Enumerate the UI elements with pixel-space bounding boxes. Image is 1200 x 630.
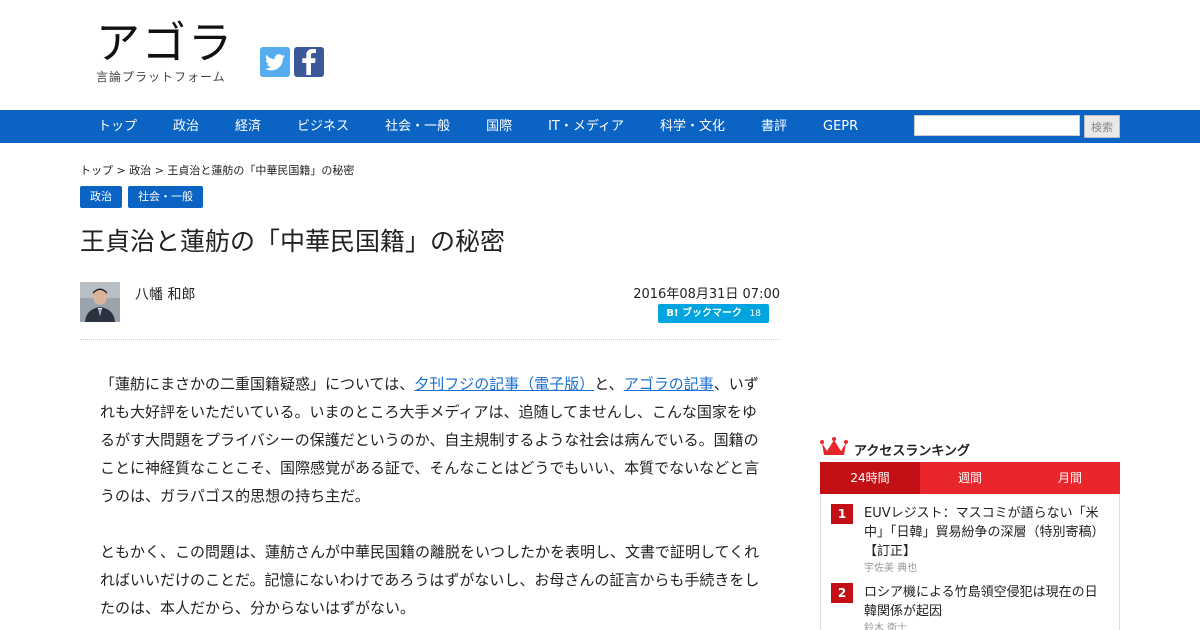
tab-weekly[interactable]: 週間 [920, 462, 1020, 494]
tab-24h[interactable]: 24時間 [820, 462, 920, 494]
nav-item-gepr[interactable]: GEPR [805, 110, 876, 143]
hatena-count: 18 [749, 309, 761, 319]
hatena-b-icon: B! [666, 308, 679, 319]
hatena-bookmark-button[interactable]: B! ブックマーク 18 [658, 304, 769, 323]
search-input[interactable] [914, 115, 1080, 136]
rank-author: 鈴木 衛士 [864, 623, 908, 630]
ranking-title: アクセスランキング [854, 443, 970, 459]
search-button[interactable]: 検索 [1084, 115, 1120, 138]
nav-item-international[interactable]: 国際 [468, 110, 530, 143]
paragraph-text: と、 [594, 375, 624, 393]
link-yukan-fuji[interactable]: 夕刊フジの記事（電子版） [414, 375, 594, 393]
rank-number: 1 [831, 504, 853, 524]
rank-author: 宇佐美 典也 [864, 563, 918, 574]
publish-date: 2016年08月31日 07:00 [633, 287, 780, 302]
link-agora-article[interactable]: アゴラの記事 [624, 375, 714, 393]
article-paragraph: 「蓮舫にまさかの二重国籍疑惑」については、夕刊フジの記事（電子版）と、アゴラの記… [100, 370, 760, 510]
nav-item-economy[interactable]: 経済 [217, 110, 279, 143]
tag-politics[interactable]: 政治 [80, 186, 122, 208]
list-item[interactable]: 1 EUVレジスト：マスコミが語らない「米中」「日韓」貿易紛争の深層（特別寄稿）… [831, 504, 1109, 577]
social-links [260, 47, 324, 77]
facebook-icon[interactable] [294, 47, 324, 77]
paragraph-text: 、いずれも大好評をいただいている。いまのところ大手メディアは、追随してませんし、… [100, 375, 760, 505]
nav-item-book-review[interactable]: 書評 [743, 110, 805, 143]
nav-item-business[interactable]: ビジネス [279, 110, 367, 143]
ranking-list: 1 EUVレジスト：マスコミが語らない「米中」「日韓」貿易紛争の深層（特別寄稿）… [820, 494, 1120, 630]
list-item[interactable]: 2 ロシア機による竹島領空侵犯は現在の日韓関係が起因 鈴木 衛士 [831, 583, 1109, 630]
nav-item-politics[interactable]: 政治 [155, 110, 217, 143]
hatena-label: ブックマーク [682, 308, 743, 319]
nav-item-top[interactable]: トップ [80, 110, 155, 143]
nav-item-it-media[interactable]: IT・メディア [530, 110, 642, 143]
crown-icon [820, 437, 848, 461]
breadcrumb[interactable]: トップ > 政治 > 王貞治と蓮舫の「中華民国籍」の秘密 [80, 162, 354, 178]
avatar[interactable] [80, 282, 120, 322]
rank-number: 2 [831, 583, 853, 603]
logo-subtitle: 言論プラットフォーム [96, 70, 226, 84]
nav-item-society[interactable]: 社会・一般 [367, 110, 468, 143]
site-logo[interactable]: アゴラ 言論プラットフォーム [96, 22, 234, 85]
site-header: アゴラ 言論プラットフォーム [0, 0, 1200, 110]
article-paragraph: ともかく、この問題は、蓮舫さんが中華民国籍の離脱をいつしたかを表明し、文書で証明… [100, 543, 760, 617]
tab-monthly[interactable]: 月間 [1020, 462, 1120, 494]
article-body: 「蓮舫にまさかの二重国籍疑惑」については、夕刊フジの記事（電子版）と、アゴラの記… [100, 370, 760, 630]
author-name[interactable]: 八幡 和郎 [135, 284, 195, 304]
nav-item-science-culture[interactable]: 科学・文化 [642, 110, 743, 143]
category-tags: 政治 社会・一般 [80, 186, 203, 208]
access-ranking: アクセスランキング 24時間 週間 月間 1 EUVレジスト：マスコミが語らない… [820, 437, 1120, 630]
twitter-icon[interactable] [260, 47, 290, 77]
rank-article-title[interactable]: ロシア機による竹島領空侵犯は現在の日韓関係が起因 [864, 583, 1109, 621]
tag-society[interactable]: 社会・一般 [128, 186, 203, 208]
ranking-tabs: 24時間 週間 月間 [820, 462, 1120, 494]
rank-article-title[interactable]: EUVレジスト：マスコミが語らない「米中」「日韓」貿易紛争の深層（特別寄稿）【訂… [864, 504, 1109, 561]
logo-text: アゴラ [96, 18, 234, 69]
article-title: 王貞治と蓮舫の「中華民国籍」の秘密 [80, 227, 506, 256]
paragraph-text: 「蓮舫にまさかの二重国籍疑惑」については、 [100, 375, 415, 393]
author-row: 八幡 和郎 2016年08月31日 07:00 B! ブックマーク 18 [80, 282, 780, 340]
